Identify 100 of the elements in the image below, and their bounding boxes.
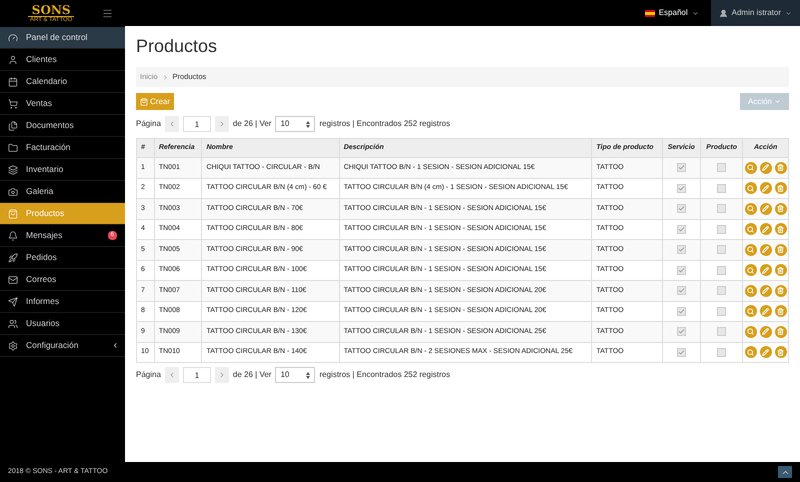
delete-button[interactable]	[774, 202, 787, 215]
search-icon	[747, 164, 754, 172]
scroll-top-button[interactable]	[778, 466, 792, 478]
view-button[interactable]	[744, 326, 757, 338]
checkbox[interactable]	[676, 306, 686, 316]
language-menu[interactable]: Español	[632, 7, 711, 19]
check-icon	[678, 328, 685, 336]
checkbox[interactable]	[717, 184, 726, 193]
bag-icon	[140, 98, 148, 106]
pencil-icon	[762, 308, 770, 315]
delete-button[interactable]	[774, 326, 787, 338]
delete-button[interactable]	[774, 284, 787, 297]
edit-button[interactable]	[760, 202, 772, 215]
search-icon	[747, 266, 754, 274]
trash-icon	[777, 246, 784, 254]
delete-button[interactable]	[774, 223, 787, 236]
caret-icon	[774, 98, 781, 105]
checkbox[interactable]	[676, 184, 686, 193]
checkbox[interactable]	[717, 286, 726, 296]
checkbox[interactable]	[676, 224, 686, 234]
sidebar-item[interactable]: Panel de control	[0, 27, 125, 49]
page-field[interactable]: 1	[182, 116, 211, 132]
checkbox[interactable]	[717, 245, 726, 254]
records-summary: registros | Encontrados 252 registros	[319, 369, 450, 381]
settings-icon	[8, 340, 18, 350]
edit-button[interactable]	[760, 244, 772, 256]
page-field[interactable]: 1	[182, 367, 211, 383]
view-button[interactable]	[744, 182, 757, 194]
checkbox[interactable]	[676, 204, 686, 214]
view-button[interactable]	[744, 162, 757, 174]
delete-button[interactable]	[774, 346, 787, 358]
caret-icon: ‹	[114, 338, 117, 353]
delete-button[interactable]	[774, 244, 787, 256]
edit-button[interactable]	[760, 305, 772, 318]
pencil-icon	[762, 328, 770, 336]
pencil-icon	[762, 287, 770, 294]
trash-icon	[777, 328, 784, 336]
bag-icon	[8, 208, 18, 218]
checkbox[interactable]	[717, 204, 726, 214]
edit-button[interactable]	[760, 284, 772, 297]
next-page-button[interactable]	[214, 116, 229, 132]
per-page-select[interactable]: 10	[275, 367, 316, 383]
prev-page-button[interactable]	[164, 116, 179, 132]
rocket-icon	[8, 252, 18, 262]
view-button[interactable]	[744, 305, 757, 318]
trash-icon	[777, 266, 784, 274]
checkbox[interactable]	[717, 306, 726, 316]
delete-button[interactable]	[774, 162, 787, 174]
pencil-icon	[762, 164, 770, 172]
page-title: Productos	[136, 37, 218, 55]
view-button[interactable]	[744, 284, 757, 297]
check-icon	[678, 308, 685, 315]
pager-label: Página	[136, 118, 161, 130]
checkbox[interactable]	[676, 286, 686, 296]
checkbox[interactable]	[717, 224, 726, 234]
edit-button[interactable]	[760, 223, 772, 236]
check-icon	[678, 205, 685, 212]
delete-button[interactable]	[774, 305, 787, 318]
edit-button[interactable]	[760, 182, 772, 194]
search-icon	[747, 287, 754, 294]
menu-icon[interactable]	[102, 8, 113, 18]
page-count: de 26 | Ver	[232, 369, 272, 381]
checkbox[interactable]	[717, 348, 726, 357]
checkbox[interactable]	[676, 163, 686, 172]
view-button[interactable]	[744, 244, 757, 256]
checkbox[interactable]	[676, 348, 686, 357]
edit-button[interactable]	[760, 264, 772, 276]
delete-button[interactable]	[774, 264, 787, 276]
prev-page-button[interactable]	[164, 367, 179, 383]
checkbox[interactable]	[717, 266, 726, 275]
user-menu[interactable]: Admin istrator	[710, 0, 800, 26]
send-icon	[8, 296, 18, 306]
checkbox[interactable]	[676, 245, 686, 254]
checkbox[interactable]	[717, 327, 726, 336]
view-button[interactable]	[744, 223, 757, 236]
check-icon	[678, 287, 685, 294]
pencil-icon	[762, 184, 770, 192]
mail-icon	[8, 274, 18, 284]
view-button[interactable]	[744, 202, 757, 215]
edit-button[interactable]	[760, 326, 772, 338]
checkbox[interactable]	[717, 163, 726, 172]
delete-button[interactable]	[774, 182, 787, 194]
pencil-icon	[762, 205, 770, 212]
chevron-icon	[162, 74, 169, 80]
pager-label: Página	[136, 369, 161, 381]
next-page-button[interactable]	[214, 367, 229, 383]
view-button[interactable]	[744, 346, 757, 358]
user-icon	[718, 8, 728, 18]
view-button[interactable]	[744, 264, 757, 276]
trash-icon	[777, 184, 784, 192]
check-icon	[678, 164, 685, 172]
edit-button[interactable]	[760, 346, 772, 358]
check-icon	[678, 348, 685, 356]
edit-button[interactable]	[760, 162, 772, 174]
users-icon	[8, 318, 18, 328]
search-icon	[747, 348, 754, 356]
checkbox[interactable]	[676, 266, 686, 275]
trash-icon	[777, 308, 784, 315]
checkbox[interactable]	[676, 327, 686, 336]
per-page-select[interactable]: 10	[275, 116, 316, 132]
